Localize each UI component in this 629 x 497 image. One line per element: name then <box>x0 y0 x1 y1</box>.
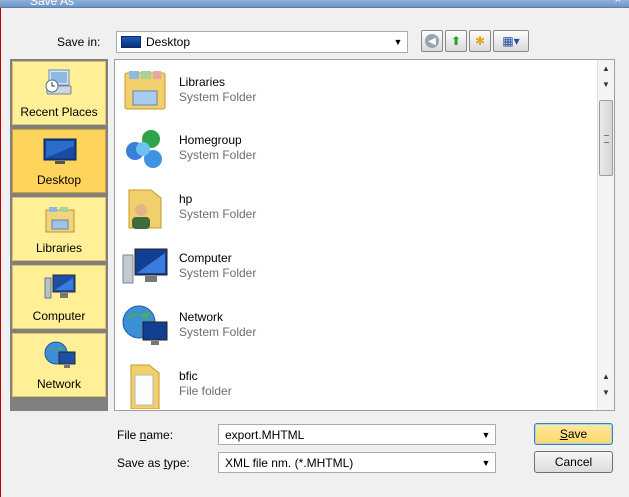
file-name: Computer <box>179 251 232 265</box>
file-name: hp <box>179 192 193 206</box>
file-list[interactable]: Libraries System Folder Homegroup System… <box>114 59 615 411</box>
cancel-button[interactable]: Cancel <box>534 451 613 473</box>
close-icon[interactable]: × <box>615 0 621 6</box>
scroll-down-icon[interactable]: ▼ <box>598 78 614 92</box>
vertical-scrollbar[interactable]: ▲ ▼ ▲ ▼ <box>597 60 614 410</box>
save-in-value: Desktop <box>146 35 191 49</box>
place-recent-places[interactable]: Recent Places <box>12 61 106 125</box>
new-folder-button[interactable]: ✱ <box>469 30 491 52</box>
title-bar: Save As × <box>0 0 629 8</box>
save-button[interactable]: Save <box>534 423 613 445</box>
scroll-up-icon[interactable]: ▲ <box>598 62 614 76</box>
desktop-icon <box>121 36 141 48</box>
file-name: Libraries <box>179 75 226 89</box>
file-name: Homegroup <box>179 133 242 147</box>
save-as-type-select[interactable]: XML file nm. (*.MHTML) ▼ <box>218 452 496 473</box>
window-edge <box>0 8 1 497</box>
new-folder-icon: ✱ <box>474 34 486 48</box>
libraries-folder-icon <box>124 71 166 110</box>
chevron-down-icon[interactable]: ▼ <box>477 453 495 472</box>
back-icon: ◀ <box>425 34 439 48</box>
save-in-combo[interactable]: Desktop ▼ <box>116 31 408 53</box>
window-title: Save As <box>30 0 75 8</box>
up-folder-button[interactable]: ⬆ <box>445 30 467 52</box>
list-item[interactable]: Homegroup System Folder <box>115 119 595 177</box>
back-button[interactable]: ◀ <box>421 30 443 52</box>
place-label: Computer <box>32 309 86 323</box>
place-desktop[interactable]: Desktop <box>12 129 106 193</box>
save-as-type-label: Save as type: <box>117 456 190 470</box>
list-item[interactable]: Computer System Folder <box>115 237 595 295</box>
file-type: System Folder <box>179 207 257 221</box>
file-name-value: export.MHTML <box>225 427 305 442</box>
scroll-down-icon[interactable]: ▼ <box>598 386 614 400</box>
place-label: Libraries <box>35 241 83 255</box>
file-type: System Folder <box>179 90 257 104</box>
homegroup-icon <box>126 130 162 168</box>
place-libraries[interactable]: Libraries <box>12 197 106 261</box>
user-folder-icon <box>128 189 162 229</box>
scroll-thumb[interactable] <box>599 100 613 176</box>
chevron-down-icon[interactable]: ▼ <box>389 32 407 52</box>
file-type: System Folder <box>179 148 257 162</box>
file-type: System Folder <box>179 325 257 339</box>
place-label: Desktop <box>36 173 82 187</box>
view-menu-icon: ▦▾ <box>502 34 520 48</box>
places-bar: Recent Places Desktop Libraries Computer <box>10 59 108 411</box>
place-label: Network <box>36 377 81 391</box>
chevron-down-icon[interactable]: ▼ <box>477 425 495 444</box>
file-name-input[interactable]: export.MHTML ▼ <box>218 424 496 445</box>
file-name: Network <box>179 310 224 324</box>
up-arrow-icon: ⬆ <box>450 34 462 48</box>
list-item[interactable]: bfic File folder <box>115 355 595 410</box>
file-type: File folder <box>179 384 232 398</box>
file-name-label: File name: <box>117 428 174 442</box>
place-computer[interactable]: Computer <box>12 265 106 329</box>
save-in-label: Save in: <box>57 35 101 49</box>
list-item[interactable]: hp System Folder <box>115 178 595 236</box>
network-icon <box>44 341 76 368</box>
list-item[interactable]: Libraries System Folder <box>115 61 595 119</box>
view-menu-button[interactable]: ▦▾ <box>493 30 529 52</box>
file-type: System Folder <box>179 266 257 280</box>
place-network[interactable]: Network <box>12 333 106 397</box>
libraries-icon <box>45 207 75 233</box>
computer-icon <box>44 274 76 299</box>
network-icon <box>122 305 168 345</box>
desktop-icon <box>43 138 77 164</box>
computer-icon <box>122 248 168 284</box>
file-name: bfic <box>179 369 198 383</box>
list-item[interactable]: Network System Folder <box>115 296 595 354</box>
folder-icon <box>130 364 160 409</box>
recent-places-icon <box>45 69 72 95</box>
save-as-type-value: XML file nm. (*.MHTML) <box>225 455 354 470</box>
scroll-up-icon[interactable]: ▲ <box>598 370 614 384</box>
place-label: Recent Places <box>20 105 98 119</box>
